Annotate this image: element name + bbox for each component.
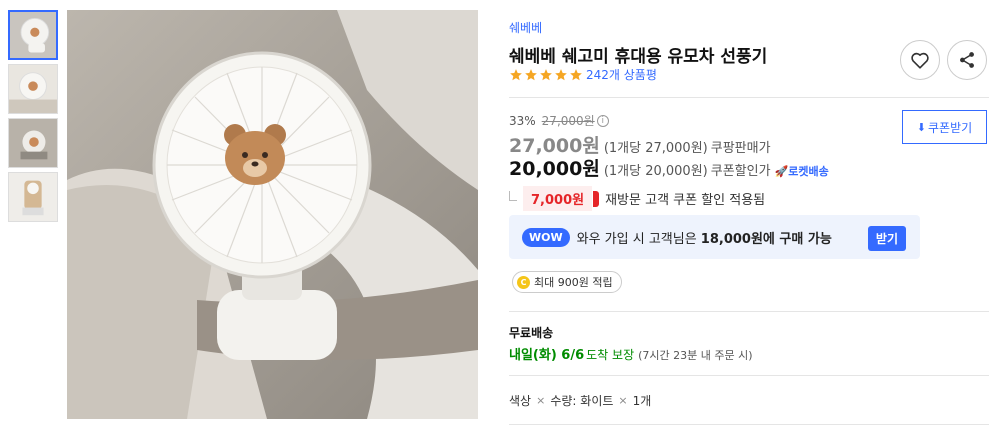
wow-text: 와우 가입 시 고객님은 18,000원에 구매 가능 [577, 228, 832, 247]
option-value: 화이트 [580, 394, 614, 408]
coupon-price: 20,000원 [509, 158, 600, 180]
star-icon [555, 68, 567, 80]
rocket-delivery-badge: 🚀로켓배송 [774, 165, 829, 178]
star-rating [509, 68, 583, 82]
star-icon [510, 68, 522, 80]
brand-link[interactable]: 쉐베베 [509, 19, 542, 36]
share-icon [960, 52, 974, 68]
reward-text: 최대 900원 적립 [534, 276, 613, 289]
main-product-image [67, 10, 478, 419]
wow-badge: WOW [522, 227, 570, 247]
selected-option-row: 색상 × 수량: 화이트 × 1개 [509, 392, 651, 409]
product-title: 쉐베베 쉐고미 휴대용 유모차 선풍기 [509, 47, 768, 67]
delivery-date: 내일(화) 6/6 [509, 348, 585, 363]
delivery-row: 내일(화) 6/6 도착 보장 (7시간 23분 내 주문 시) [509, 344, 753, 363]
option-qty: 1개 [632, 394, 652, 408]
share-button[interactable] [947, 40, 987, 80]
thumbnail-3[interactable] [8, 118, 58, 168]
divider [509, 375, 989, 376]
coupon-download-label: 쿠폰받기 [928, 120, 973, 135]
review-count-link[interactable]: 242개 상품평 [586, 66, 657, 83]
option-colon: : [572, 393, 577, 408]
revisit-text: 재방문 고객 쿠폰 할인 적용됨 [605, 193, 766, 208]
option-qty-label: 수량 [550, 394, 573, 408]
coupon-price-label: 쿠폰할인가 [710, 164, 771, 179]
revisit-discount-amount: 7,000원 [523, 186, 593, 211]
wow-get-button[interactable]: 받기 [867, 226, 906, 251]
revisit-coupon-row: 7,000원 재방문 고객 쿠폰 할인 적용됨 [509, 186, 765, 211]
wow-text-prefix: 와우 가입 시 고객님은 [576, 231, 701, 247]
tree-connector [509, 190, 517, 201]
wishlist-button[interactable] [900, 40, 940, 80]
reward-points-badge: C 최대 900원 적립 [512, 271, 622, 293]
info-icon[interactable]: i [596, 114, 609, 127]
divider [509, 97, 989, 98]
thumbnail-2[interactable] [8, 64, 58, 114]
heart-icon [911, 52, 929, 69]
discount-row: 33% 27,000원 i [509, 112, 609, 129]
coupon-unit-price: (1개당 20,000원) [603, 164, 708, 179]
option-color-label: 색상 [509, 394, 532, 408]
star-icon [570, 68, 582, 80]
coupon-download-button[interactable]: ⬇ 쿠폰받기 [902, 110, 987, 144]
divider [509, 311, 989, 312]
wow-price: 18,000원에 구매 가능 [700, 231, 832, 247]
thumbnail-4[interactable] [8, 172, 58, 222]
download-icon: ⬇ [916, 120, 927, 134]
delivery-guarantee: 도착 보장 [586, 348, 635, 362]
option-separator: × [618, 394, 628, 407]
thumbnail-list [8, 10, 58, 226]
option-separator: × [536, 394, 546, 407]
rating-row: 242개 상품평 [509, 66, 657, 83]
coin-icon: C [517, 275, 530, 289]
ticket-notch [593, 190, 600, 207]
thumbnail-1[interactable] [8, 10, 58, 60]
divider [509, 424, 989, 425]
free-shipping-label: 무료배송 [509, 326, 554, 340]
star-icon [525, 68, 537, 80]
star-icon [540, 68, 552, 80]
coupon-price-row: 20,000원 (1개당 20,000원) 쿠폰할인가 🚀로켓배송 [509, 154, 829, 181]
delivery-note: (7시간 23분 내 주문 시) [638, 349, 753, 362]
wow-membership-box: WOW 와우 가입 시 고객님은 18,000원에 구매 가능 받기 [509, 215, 920, 259]
original-price: 27,000원 [541, 114, 595, 128]
discount-rate: 33% [509, 113, 536, 128]
